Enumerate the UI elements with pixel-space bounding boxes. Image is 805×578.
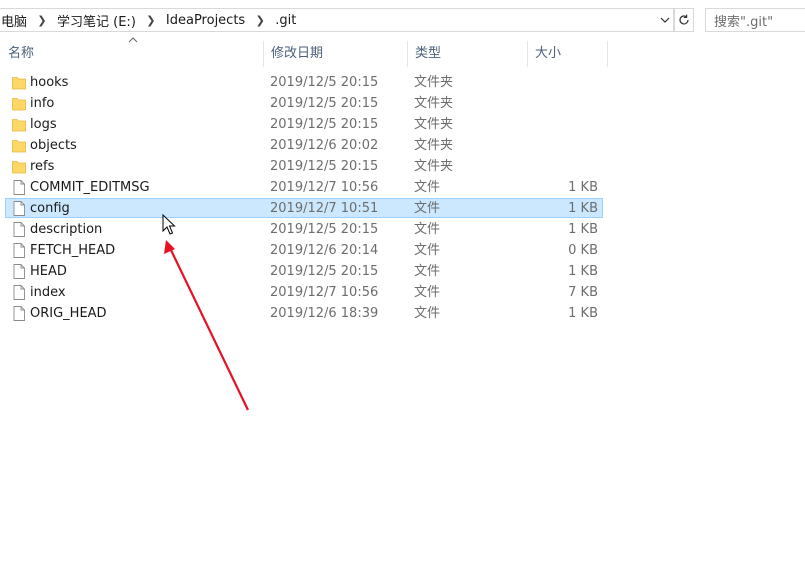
breadcrumb-item-ideaprojects[interactable]: IdeaProjects [164, 13, 247, 28]
file-name: HEAD [30, 264, 67, 279]
file-name: index [30, 285, 66, 300]
file-size: 1 KB [568, 264, 598, 279]
column-header: 名称 修改日期 类型 大小 [0, 41, 805, 67]
chevron-right-icon[interactable]: ❯ [29, 14, 55, 27]
file-name: hooks [30, 75, 69, 90]
file-row-orig-head[interactable]: ORIG_HEAD 2019/12/6 18:39 文件 1 KB [5, 303, 603, 323]
modified-date: 2019/12/5 20:15 [270, 75, 379, 90]
file-icon [12, 243, 26, 258]
file-row-objects[interactable]: objects 2019/12/6 20:02 文件夹 [5, 135, 603, 155]
file-type: 文件 [414, 201, 441, 216]
modified-date: 2019/12/5 20:15 [270, 159, 379, 174]
modified-date: 2019/12/5 20:15 [270, 96, 379, 111]
file-type: 文件夹 [414, 159, 454, 174]
folder-icon [12, 159, 26, 174]
chevron-down-icon [660, 17, 670, 23]
folder-icon [12, 138, 26, 153]
chevron-right-icon[interactable]: ❯ [138, 14, 164, 27]
file-name: ORIG_HEAD [30, 306, 107, 321]
folder-icon [12, 117, 26, 132]
file-type: 文件 [414, 180, 441, 195]
file-name: config [30, 201, 70, 216]
column-divider[interactable] [607, 41, 608, 67]
file-size: 1 KB [568, 306, 598, 321]
file-name: info [30, 96, 55, 111]
address-history-button[interactable] [657, 11, 673, 29]
breadcrumb-item-pc[interactable]: 电脑 [0, 11, 29, 30]
file-icon [12, 201, 26, 216]
breadcrumb-item-git[interactable]: .git [273, 13, 298, 28]
modified-date: 2019/12/5 20:15 [270, 117, 379, 132]
file-icon [12, 306, 26, 321]
file-type: 文件 [414, 285, 441, 300]
file-row-info[interactable]: info 2019/12/5 20:15 文件夹 [5, 93, 603, 113]
file-size: 1 KB [568, 222, 598, 237]
file-name: FETCH_HEAD [30, 243, 116, 258]
file-name: refs [30, 159, 55, 174]
file-type: 文件 [414, 306, 441, 321]
file-name: COMMIT_EDITMSG [30, 180, 150, 195]
file-type: 文件 [414, 222, 441, 237]
column-header-date[interactable]: 修改日期 [263, 41, 407, 67]
file-name: objects [30, 138, 77, 153]
file-icon [12, 222, 26, 237]
chevron-right-icon[interactable]: ❯ [247, 14, 273, 27]
column-header-type[interactable]: 类型 [407, 41, 527, 67]
file-row-commit-editmsg[interactable]: COMMIT_EDITMSG 2019/12/7 10:56 文件 1 KB [5, 177, 603, 197]
modified-date: 2019/12/5 20:15 [270, 222, 379, 237]
search-input[interactable]: 搜索".git" [705, 8, 805, 32]
file-type: 文件夹 [414, 138, 454, 153]
folder-icon [12, 96, 26, 111]
file-name: description [30, 222, 103, 237]
file-size: 0 KB [568, 243, 598, 258]
file-row-config[interactable]: config 2019/12/7 10:51 文件 1 KB [5, 198, 603, 218]
file-type: 文件夹 [414, 117, 454, 132]
address-bar[interactable]: 电脑 ❯ 学习笔记 (E:) ❯ IdeaProjects ❯ .git [0, 8, 674, 32]
file-row-index[interactable]: index 2019/12/7 10:56 文件 7 KB [5, 282, 603, 302]
modified-date: 2019/12/7 10:56 [270, 285, 379, 300]
file-row-hooks[interactable]: hooks 2019/12/5 20:15 文件夹 [5, 72, 603, 92]
file-icon [12, 180, 26, 195]
file-icon [12, 264, 26, 279]
column-header-size[interactable]: 大小 [527, 41, 607, 67]
search-placeholder: 搜索".git" [714, 14, 774, 30]
refresh-icon [679, 14, 689, 25]
file-size: 1 KB [568, 180, 598, 195]
mouse-cursor-icon [162, 214, 176, 235]
modified-date: 2019/12/7 10:56 [270, 180, 379, 195]
file-type: 文件夹 [414, 96, 454, 111]
file-row-logs[interactable]: logs 2019/12/5 20:15 文件夹 [5, 114, 603, 134]
file-row-refs[interactable]: refs 2019/12/5 20:15 文件夹 [5, 156, 603, 176]
file-type: 文件 [414, 243, 441, 258]
file-type: 文件夹 [414, 75, 454, 90]
breadcrumb-item-drive[interactable]: 学习笔记 (E:) [55, 11, 138, 30]
modified-date: 2019/12/6 20:14 [270, 243, 379, 258]
file-icon [12, 285, 26, 300]
file-row-head[interactable]: HEAD 2019/12/5 20:15 文件 1 KB [5, 261, 603, 281]
file-size: 1 KB [568, 201, 598, 216]
file-size: 7 KB [568, 285, 598, 300]
modified-date: 2019/12/6 18:39 [270, 306, 379, 321]
breadcrumb: 电脑 ❯ 学习笔记 (E:) ❯ IdeaProjects ❯ .git [0, 9, 298, 31]
file-name: logs [30, 117, 57, 132]
file-type: 文件 [414, 264, 441, 279]
modified-date: 2019/12/6 20:02 [270, 138, 379, 153]
file-row-description[interactable]: description 2019/12/5 20:15 文件 1 KB [5, 219, 603, 239]
column-header-name[interactable]: 名称 [0, 41, 262, 67]
refresh-button[interactable] [674, 8, 694, 32]
modified-date: 2019/12/7 10:51 [270, 201, 379, 216]
folder-icon [12, 75, 26, 90]
file-row-fetch-head[interactable]: FETCH_HEAD 2019/12/6 20:14 文件 0 KB [5, 240, 603, 260]
modified-date: 2019/12/5 20:15 [270, 264, 379, 279]
